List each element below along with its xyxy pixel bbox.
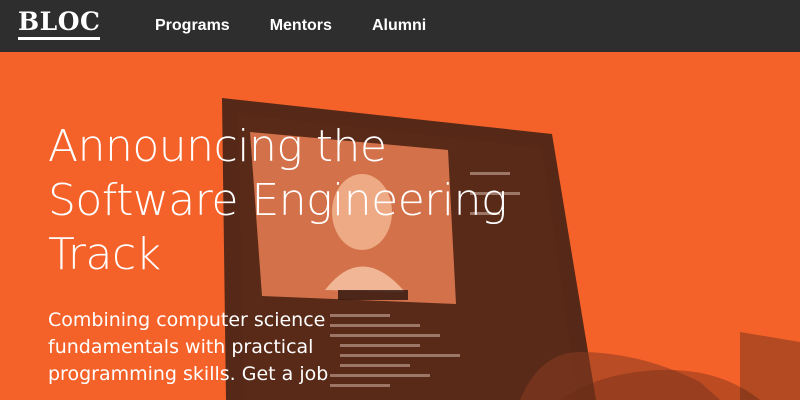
hero-subtext: Combining computer science fundamentals …	[48, 307, 348, 388]
top-navbar: BLOC Programs Mentors Alumni	[0, 0, 800, 52]
nav-link-alumni[interactable]: Alumni	[372, 17, 426, 35]
subtext-line: Combining computer science	[48, 309, 326, 331]
subtext-line: fundamentals with practical	[48, 336, 314, 358]
headline-line: Announcing the	[48, 121, 387, 172]
nav-link-mentors[interactable]: Mentors	[270, 17, 332, 35]
headline-line: Software Engineering	[48, 175, 507, 226]
subtext-line: programming skills. Get a job	[48, 363, 329, 385]
nav-link-programs[interactable]: Programs	[155, 17, 230, 35]
headline-line: Track	[48, 229, 161, 280]
hero-banner: Announcing the Software Engineering Trac…	[0, 52, 800, 400]
bloc-logo[interactable]: BLOC	[18, 8, 101, 40]
hero-headline: Announcing the Software Engineering Trac…	[48, 120, 568, 282]
main-nav: Programs Mentors Alumni	[155, 0, 466, 52]
